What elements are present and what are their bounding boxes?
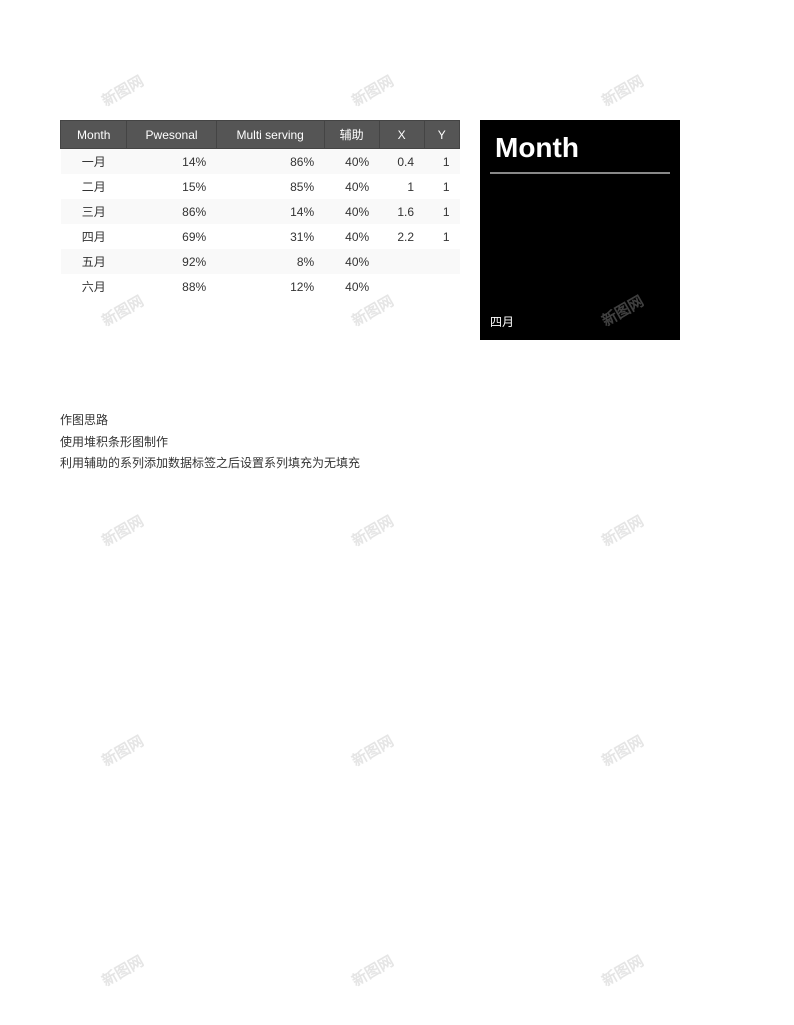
table-row: 一月14%86%40%0.41 [61,149,460,175]
table-row: 三月86%14%40%1.61 [61,199,460,224]
table-cell: 69% [127,224,216,249]
table-cell: 31% [216,224,324,249]
col-header-month: Month [61,121,127,149]
table-cell: 12% [216,274,324,299]
table-cell: 0.4 [379,149,424,175]
table-cell: 15% [127,174,216,199]
watermark: 新图网 [598,950,647,991]
watermark: 新图网 [98,730,147,771]
col-header-multi-serving: Multi serving [216,121,324,149]
table-cell [424,249,460,274]
table-cell: 1 [424,174,460,199]
table-cell: 40% [324,274,379,299]
notes-title: 作图思路 [60,410,734,432]
watermark: 新图网 [598,730,647,771]
table-cell: 40% [324,199,379,224]
table-row: 四月69%31%40%2.21 [61,224,460,249]
table-cell: 86% [127,199,216,224]
table-cell: 86% [216,149,324,175]
chart-inner [480,174,680,274]
chart-title: Month [480,120,680,172]
col-header-x: X [379,121,424,149]
table-cell: 1 [379,174,424,199]
table-cell [379,274,424,299]
data-table: Month Pwesonal Multi serving 辅助 X Y 一月14… [60,120,460,299]
table-cell: 五月 [61,249,127,274]
table-cell: 40% [324,224,379,249]
watermark: 新图网 [98,950,147,991]
watermark: 新图网 [98,510,147,551]
col-header-y: Y [424,121,460,149]
table-cell: 二月 [61,174,127,199]
table-cell: 四月 [61,224,127,249]
table-cell [379,249,424,274]
table-cell: 85% [216,174,324,199]
chart-area: Month 四月 [480,120,680,340]
notes-line2: 利用辅助的系列添加数据标签之后设置系列填充为无填充 [60,453,734,475]
watermark: 新图网 [598,510,647,551]
notes-line1: 使用堆积条形图制作 [60,432,734,454]
table-row: 六月88%12%40% [61,274,460,299]
table-cell: 一月 [61,149,127,175]
table-cell: 40% [324,174,379,199]
watermark: 新图网 [348,510,397,551]
chart-bottom-label: 四月 [480,308,524,335]
watermark: 新图网 [348,950,397,991]
table-cell: 1 [424,149,460,175]
table-cell: 14% [127,149,216,175]
table-cell: 88% [127,274,216,299]
table-cell: 1 [424,224,460,249]
table-cell: 三月 [61,199,127,224]
table-row: 二月15%85%40%11 [61,174,460,199]
table-cell: 14% [216,199,324,224]
table-cell: 40% [324,149,379,175]
table-cell: 2.2 [379,224,424,249]
table-cell: 六月 [61,274,127,299]
table-cell: 1.6 [379,199,424,224]
table-row: 五月92%8%40% [61,249,460,274]
table-cell: 8% [216,249,324,274]
col-header-fuzhu: 辅助 [324,121,379,149]
watermark: 新图网 [348,730,397,771]
col-header-pwesonal: Pwesonal [127,121,216,149]
table-cell: 1 [424,199,460,224]
table-cell: 92% [127,249,216,274]
table-cell: 40% [324,249,379,274]
main-content: Month Pwesonal Multi serving 辅助 X Y 一月14… [0,0,794,380]
table-cell [424,274,460,299]
notes-section: 作图思路 使用堆积条形图制作 利用辅助的系列添加数据标签之后设置系列填充为无填充 [0,410,794,475]
